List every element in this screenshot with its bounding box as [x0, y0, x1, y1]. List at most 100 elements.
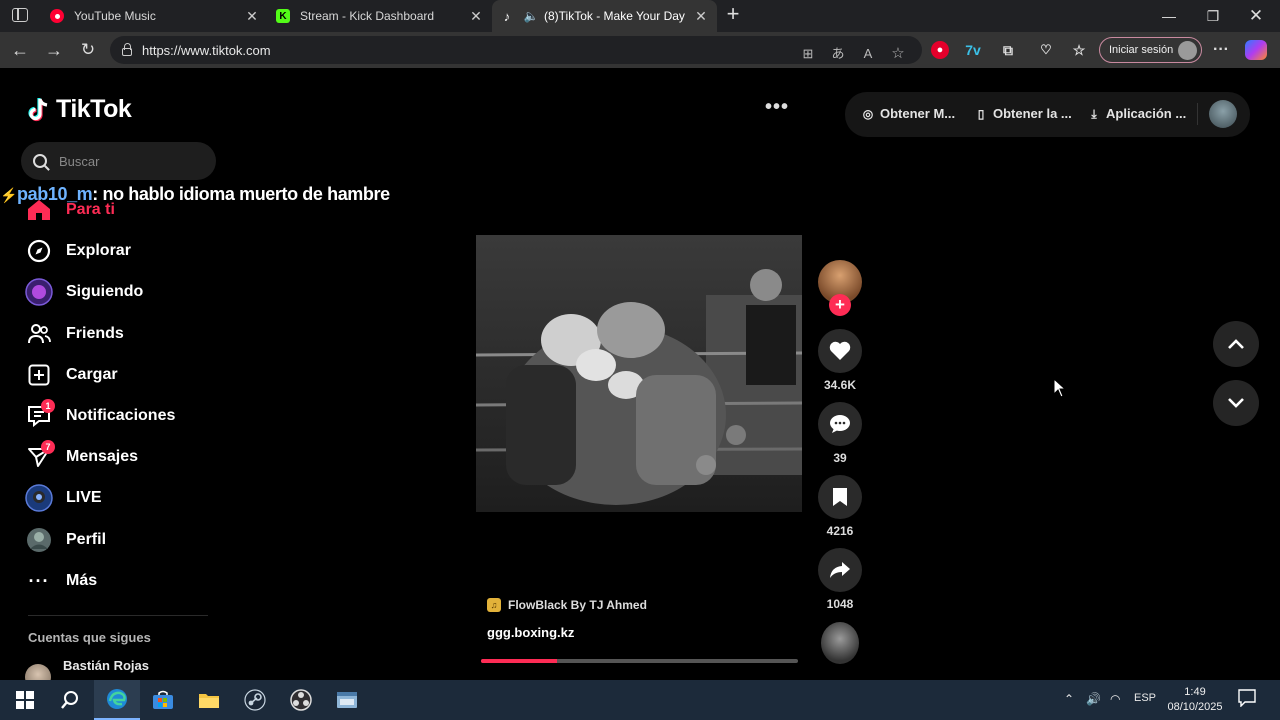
- top-action-label: Obtener M...: [880, 106, 956, 121]
- next-video-button[interactable]: [1213, 380, 1259, 426]
- back-button[interactable]: ←: [8, 38, 32, 62]
- forward-button[interactable]: →: [42, 38, 66, 62]
- previous-video-button[interactable]: [1213, 321, 1259, 367]
- close-tab-icon[interactable]: ✕: [468, 8, 484, 25]
- nav-item-cargar[interactable]: Cargar: [25, 359, 118, 391]
- browser-tab-bar: YouTube Music ✕ K Stream - Kick Dashboar…: [0, 0, 1280, 32]
- notification-center-button[interactable]: [1238, 689, 1256, 710]
- top-action-label: Obtener la ...: [993, 106, 1072, 121]
- volume-icon[interactable]: 🔊: [1086, 692, 1101, 706]
- music-title: FlowBlack By TJ Ahmed: [508, 598, 647, 612]
- avatar: [25, 664, 51, 680]
- close-tab-icon[interactable]: ✕: [244, 8, 260, 25]
- favorite-star-icon[interactable]: ☆: [890, 46, 906, 62]
- extensions-puzzle-icon[interactable]: ⧉: [999, 41, 1017, 59]
- taskbar-file-explorer[interactable]: [186, 680, 232, 720]
- get-coins-button[interactable]: ◎ Obtener M...: [861, 106, 955, 121]
- following-account-item[interactable]: Bastián Rojas: [25, 658, 149, 680]
- nav-item-mensajes[interactable]: 7 Mensajes: [25, 440, 138, 473]
- start-button[interactable]: [2, 680, 48, 720]
- share-icon: [818, 548, 862, 592]
- profile-avatar-icon: [1178, 41, 1197, 60]
- input-language[interactable]: ESP: [1134, 692, 1156, 704]
- restore-button[interactable]: ❐: [1190, 0, 1236, 32]
- phone-icon: ▯: [977, 106, 985, 121]
- search-input[interactable]: Buscar: [21, 142, 216, 180]
- tab-tiktok[interactable]: ♪ 🔈 (8)TikTok - Make Your Day ✕: [492, 0, 717, 32]
- browser-essentials-icon[interactable]: ♡: [1037, 41, 1055, 59]
- reload-button[interactable]: ↻: [76, 38, 100, 62]
- nav-label: Más: [66, 572, 98, 589]
- favorites-icon[interactable]: ☆: [1070, 41, 1088, 59]
- store-icon: [153, 690, 173, 709]
- url-text[interactable]: https://www.tiktok.com: [142, 43, 271, 58]
- video-progress-bar[interactable]: [481, 659, 798, 663]
- taskbar-app[interactable]: [324, 680, 370, 720]
- nav-item-mas[interactable]: ··· Más: [25, 565, 98, 597]
- desktop-app-button[interactable]: ⤓ Aplicación ...: [1087, 106, 1186, 121]
- video-author[interactable]: ggg.boxing.kz: [487, 625, 574, 640]
- lock-icon[interactable]: [122, 43, 132, 56]
- extension-red-icon[interactable]: ●: [931, 41, 949, 59]
- settings-more-icon[interactable]: ···: [1212, 41, 1230, 59]
- sidebar-toggle-icon[interactable]: [12, 8, 28, 22]
- windows-logo-icon: [16, 691, 34, 709]
- account-name: Bastián Rojas: [63, 657, 149, 673]
- extension-7tv-icon[interactable]: 7v: [964, 41, 982, 59]
- taskbar-search-button[interactable]: [47, 680, 93, 720]
- sound-disc-icon[interactable]: [821, 622, 859, 664]
- nav-item-explorar[interactable]: Explorar: [25, 235, 131, 267]
- read-aloud-icon[interactable]: A: [860, 46, 876, 62]
- tab-youtube-music[interactable]: YouTube Music ✕: [44, 0, 266, 32]
- user-avatar[interactable]: [1209, 100, 1237, 128]
- get-app-button[interactable]: ▯ Obtener la ...: [974, 106, 1072, 121]
- new-tab-button[interactable]: +: [722, 3, 744, 27]
- comment-count: 39: [833, 451, 847, 465]
- top-bar-divider: [1197, 103, 1198, 125]
- folder-icon: [199, 694, 219, 708]
- app-available-icon[interactable]: ⊞: [800, 46, 816, 62]
- taskbar-obs[interactable]: [278, 680, 324, 720]
- copilot-icon[interactable]: [1245, 40, 1267, 60]
- nav-item-siguiendo[interactable]: Siguiendo: [25, 276, 143, 308]
- chat-bubble-icon: [1238, 689, 1256, 708]
- close-window-button[interactable]: ✕: [1233, 0, 1279, 32]
- more-icon: ···: [28, 570, 50, 591]
- tab-kick-dashboard[interactable]: K Stream - Kick Dashboard ✕: [270, 0, 490, 32]
- translate-icon[interactable]: あ: [830, 46, 846, 62]
- like-count: 34.6K: [823, 378, 857, 392]
- like-button[interactable]: 34.6K: [818, 329, 862, 392]
- music-info[interactable]: ♫ FlowBlack By TJ Ahmed: [487, 598, 647, 612]
- nav-label: LIVE: [66, 489, 102, 506]
- mouse-cursor-icon: [1053, 378, 1067, 398]
- address-bar[interactable]: https://www.tiktok.com ⊞ あ A ☆: [110, 36, 922, 64]
- sign-in-button[interactable]: Iniciar sesión: [1099, 37, 1202, 63]
- speaker-icon[interactable]: 🔈: [524, 9, 539, 23]
- more-options-button[interactable]: •••: [765, 96, 789, 119]
- download-icon: ⤓: [1091, 106, 1097, 121]
- video-player[interactable]: [476, 235, 802, 512]
- minimize-button[interactable]: —: [1146, 0, 1192, 32]
- comment-button[interactable]: 39: [818, 402, 862, 465]
- search-icon: [61, 691, 78, 709]
- nav-label: Siguiendo: [66, 283, 144, 300]
- wifi-icon[interactable]: ◠: [1110, 692, 1120, 706]
- follow-plus-button[interactable]: +: [829, 294, 851, 316]
- system-clock[interactable]: 1:49 08/10/2025: [1160, 685, 1230, 715]
- share-count: 1048: [826, 597, 854, 611]
- taskbar-edge[interactable]: [94, 680, 140, 720]
- nav-item-perfil[interactable]: Perfil: [25, 524, 106, 556]
- nav-item-live[interactable]: LIVE: [25, 482, 102, 514]
- nav-label: Explorar: [66, 242, 131, 259]
- taskbar-store[interactable]: [140, 680, 186, 720]
- nav-item-notificaciones[interactable]: 1 Notificaciones: [25, 399, 175, 432]
- show-hidden-icons-chevron-icon[interactable]: ⌃: [1064, 692, 1074, 706]
- video-progress-fill: [481, 659, 558, 663]
- save-button[interactable]: 4216: [818, 475, 862, 538]
- nav-item-friends[interactable]: Friends: [25, 318, 124, 350]
- taskbar-steam[interactable]: [232, 680, 278, 720]
- share-button[interactable]: 1048: [818, 548, 862, 611]
- search-icon: [33, 154, 47, 168]
- close-tab-icon[interactable]: ✕: [693, 8, 709, 25]
- tiktok-logo[interactable]: TikTok: [28, 95, 132, 124]
